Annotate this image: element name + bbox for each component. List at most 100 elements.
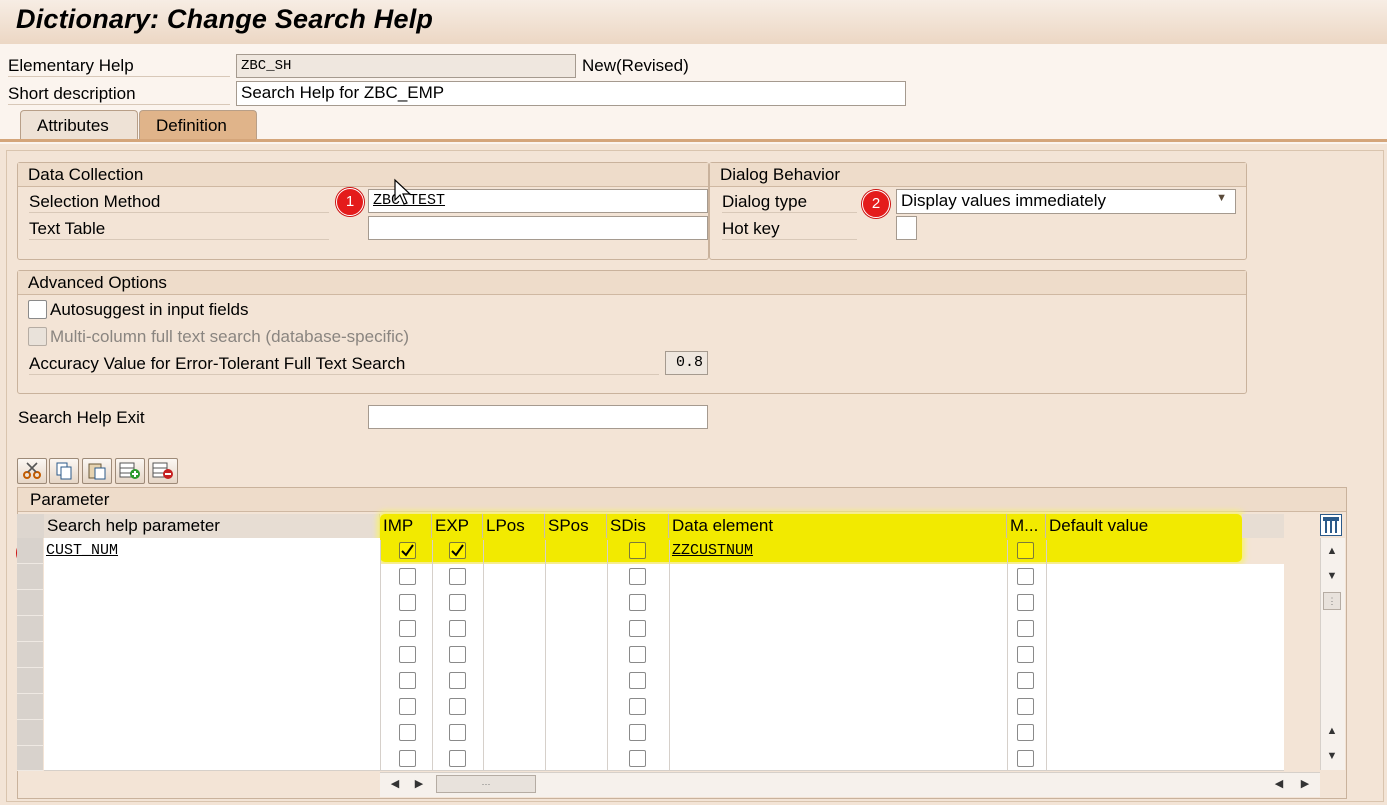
sdis-checkbox[interactable] [629,724,646,741]
imp-checkbox[interactable] [399,672,416,689]
row-selector[interactable] [17,564,43,590]
sdis-checkbox[interactable] [629,594,646,611]
cut-button[interactable] [17,458,47,484]
col-data-element[interactable]: Data element [669,514,1007,538]
delete-row-icon [152,462,173,479]
col-exp[interactable]: EXP [432,514,483,538]
sdis-checkbox[interactable] [629,672,646,689]
row-selector[interactable] [17,694,43,720]
sdis-checkbox[interactable] [629,620,646,637]
row-selector[interactable] [17,616,43,642]
elementary-help-field[interactable]: ZBC_SH [236,54,576,78]
table-row[interactable] [44,616,1284,643]
exp-checkbox[interactable] [449,750,466,767]
copy-button[interactable] [49,458,79,484]
table-row[interactable] [44,642,1284,669]
imp-checkbox[interactable] [399,594,416,611]
mouse-cursor-icon [394,178,412,205]
exp-checkbox[interactable] [449,672,466,689]
horizontal-scroll-thumb[interactable]: ⋯ [436,775,536,793]
chevron-down-icon[interactable]: ▼ [1216,192,1227,204]
sdis-checkbox[interactable] [629,542,646,559]
tab-definition[interactable]: Definition [139,110,257,140]
row-selector[interactable] [17,668,43,694]
row-selector[interactable] [17,720,43,746]
accuracy-field[interactable]: 0.8 [665,351,708,375]
insert-row-button[interactable] [115,458,145,484]
col-mod[interactable]: M... [1007,514,1046,538]
delete-row-button[interactable] [148,458,178,484]
short-description-label: Short description [8,84,230,105]
mod-checkbox[interactable] [1017,698,1034,715]
mod-checkbox[interactable] [1017,646,1034,663]
autosuggest-checkbox[interactable] [28,300,47,319]
scroll-down-icon[interactable]: ▼ [1321,565,1343,587]
table-row[interactable] [44,564,1284,591]
mod-checkbox[interactable] [1017,672,1034,689]
dialog-type-select[interactable]: Display values immediately ▼ [896,189,1236,214]
selection-method-field[interactable]: ZBC_TEST [368,189,708,213]
advanced-options-title: Advanced Options [18,271,1246,295]
row-selector[interactable] [17,642,43,668]
data-element-cell[interactable]: ZZCUSTNUM [672,542,753,559]
hot-key-field[interactable] [896,216,917,240]
imp-checkbox[interactable] [399,698,416,715]
scroll-left-icon[interactable]: ◀ [384,773,406,795]
mod-checkbox[interactable] [1017,620,1034,637]
col-lpos[interactable]: LPos [483,514,545,538]
table-row[interactable] [44,720,1284,747]
exp-checkbox[interactable] [449,620,466,637]
scroll-up-icon[interactable]: ▲ [1321,720,1343,742]
param-cell[interactable]: CUST_NUM [46,542,118,559]
sdis-checkbox[interactable] [629,750,646,767]
text-table-field[interactable] [368,216,708,240]
exp-checkbox[interactable] [449,568,466,585]
col-sdis[interactable]: SDis [607,514,669,538]
sdis-checkbox[interactable] [629,698,646,715]
imp-checkbox[interactable] [399,646,416,663]
table-row[interactable] [44,590,1284,617]
row-selector-header[interactable] [17,514,44,538]
exp-checkbox[interactable] [449,542,466,559]
imp-checkbox[interactable] [399,568,416,585]
paste-button[interactable] [82,458,112,484]
table-row[interactable] [44,746,1284,771]
text-table-label: Text Table [29,219,329,240]
imp-checkbox[interactable] [399,620,416,637]
scroll-up-icon[interactable]: ▲ [1321,540,1343,562]
sdis-checkbox[interactable] [629,646,646,663]
col-imp[interactable]: IMP [380,514,432,538]
col-search-help-parameter[interactable]: Search help parameter [44,514,380,538]
table-settings-button[interactable] [1320,514,1342,536]
table-row[interactable] [44,694,1284,721]
col-default-value[interactable]: Default value [1046,514,1242,538]
scroll-right-icon[interactable]: ▶ [1294,773,1316,795]
mod-checkbox[interactable] [1017,568,1034,585]
scroll-down-icon[interactable]: ▼ [1321,745,1343,767]
mod-checkbox[interactable] [1017,594,1034,611]
tab-attributes[interactable]: Attributes [20,110,138,140]
data-collection-title: Data Collection [18,163,708,187]
mod-checkbox[interactable] [1017,724,1034,741]
scroll-right-icon[interactable]: ▶ [408,773,430,795]
elementary-help-label: Elementary Help [8,56,230,77]
exp-checkbox[interactable] [449,646,466,663]
mod-checkbox[interactable] [1017,542,1034,559]
row-selector[interactable] [17,746,43,771]
exp-checkbox[interactable] [449,698,466,715]
exp-checkbox[interactable] [449,594,466,611]
scroll-thumb[interactable]: ⋮ [1323,592,1341,610]
imp-checkbox[interactable] [399,542,416,559]
search-help-exit-field[interactable] [368,405,708,429]
imp-checkbox[interactable] [399,750,416,767]
sdis-checkbox[interactable] [629,568,646,585]
mod-checkbox[interactable] [1017,750,1034,767]
exp-checkbox[interactable] [449,724,466,741]
row-selector[interactable] [17,538,43,564]
table-row[interactable] [44,668,1284,695]
short-description-field[interactable]: Search Help for ZBC_EMP [236,81,906,106]
col-spos[interactable]: SPos [545,514,607,538]
scroll-left-icon[interactable]: ◀ [1268,773,1290,795]
imp-checkbox[interactable] [399,724,416,741]
row-selector[interactable] [17,590,43,616]
